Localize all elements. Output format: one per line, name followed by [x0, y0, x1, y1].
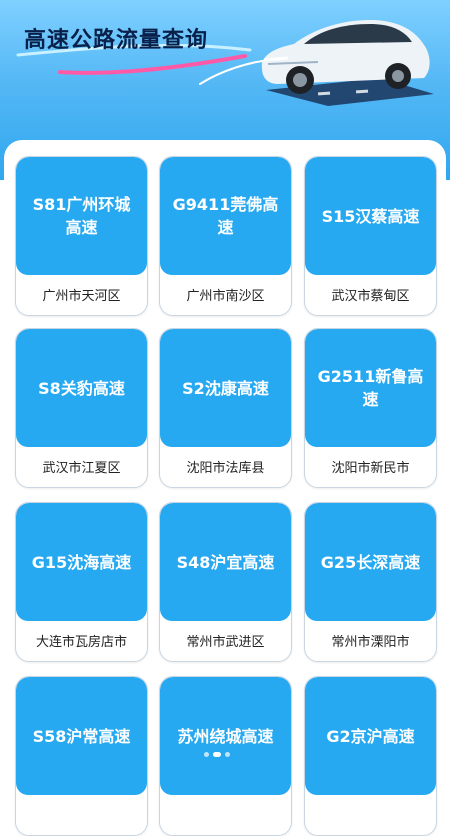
highway-card[interactable]: G9411莞佛高速广州市南沙区 [159, 156, 292, 316]
highway-card-header: G9411莞佛高速 [160, 157, 291, 275]
highway-name: S48沪宜高速 [176, 552, 275, 572]
highway-location: 常州市溧阳市 [331, 634, 410, 650]
highway-name: S15汉蔡高速 [321, 206, 420, 226]
highway-card-header: S48沪宜高速 [160, 503, 291, 621]
highway-name: G25长深高速 [320, 552, 421, 572]
highway-location: 沈阳市法库县 [186, 460, 265, 476]
highway-name: G9411莞佛高速 [172, 195, 279, 237]
highway-card[interactable]: G15沈海高速大连市瓦房店市 [15, 502, 148, 662]
highway-location: 常州市武进区 [186, 634, 265, 650]
highway-location: 广州市天河区 [42, 288, 121, 304]
highway-location: 武汉市江夏区 [42, 460, 121, 476]
highway-location: 大连市瓦房店市 [35, 634, 127, 650]
highway-location: 武汉市蔡甸区 [331, 288, 410, 304]
highway-card[interactable]: S8关豹高速武汉市江夏区 [15, 328, 148, 488]
highway-location: 沈阳市新民市 [331, 460, 410, 476]
pager-dot[interactable] [225, 752, 230, 757]
highway-card-header: S8关豹高速 [16, 329, 147, 447]
highway-name: S2沈康高速 [182, 378, 269, 398]
pager-dot-active[interactable] [213, 752, 221, 757]
highway-card[interactable]: S58沪常高速 [15, 676, 148, 836]
highway-location [160, 793, 291, 835]
highway-card-header: S15汉蔡高速 [305, 157, 436, 275]
highway-name: G2511新鲁高速 [317, 367, 424, 409]
highway-card[interactable]: G25长深高速常州市溧阳市 [304, 502, 437, 662]
highway-name: S8关豹高速 [38, 378, 125, 398]
highway-card-header: G2京沪高速 [305, 677, 436, 795]
highway-card[interactable]: S2沈康高速沈阳市法库县 [159, 328, 292, 488]
highway-name: S58沪常高速 [32, 726, 131, 746]
page-title: 高速公路流量查询 [24, 28, 209, 53]
highway-card-header: S81广州环城高速 [16, 157, 147, 275]
highway-name: 苏州绕城高速 [177, 726, 274, 746]
highway-card-header: G2511新鲁高速 [305, 329, 436, 447]
highway-card-header: S2沈康高速 [160, 329, 291, 447]
pager-dot[interactable] [204, 752, 209, 757]
highway-card-header: G25长深高速 [305, 503, 436, 621]
highway-location [16, 793, 147, 835]
highway-location: 广州市南沙区 [186, 288, 265, 304]
highway-card[interactable]: G2京沪高速 [304, 676, 437, 836]
highway-card[interactable]: S15汉蔡高速武汉市蔡甸区 [304, 156, 437, 316]
highway-name: G2京沪高速 [326, 726, 415, 746]
highway-card-header: G15沈海高速 [16, 503, 147, 621]
highway-card-header: 苏州绕城高速 [160, 677, 291, 795]
highway-card[interactable]: S48沪宜高速常州市武进区 [159, 502, 292, 662]
highway-name: G15沈海高速 [31, 552, 132, 572]
highway-card[interactable]: G2511新鲁高速沈阳市新民市 [304, 328, 437, 488]
car-icon [261, 20, 434, 106]
highway-name: S81广州环城高速 [32, 195, 131, 237]
highway-card[interactable]: S81广州环城高速广州市天河区 [15, 156, 148, 316]
highway-card-header: S58沪常高速 [16, 677, 147, 795]
highway-location [305, 793, 436, 835]
pager-dots [204, 752, 230, 757]
